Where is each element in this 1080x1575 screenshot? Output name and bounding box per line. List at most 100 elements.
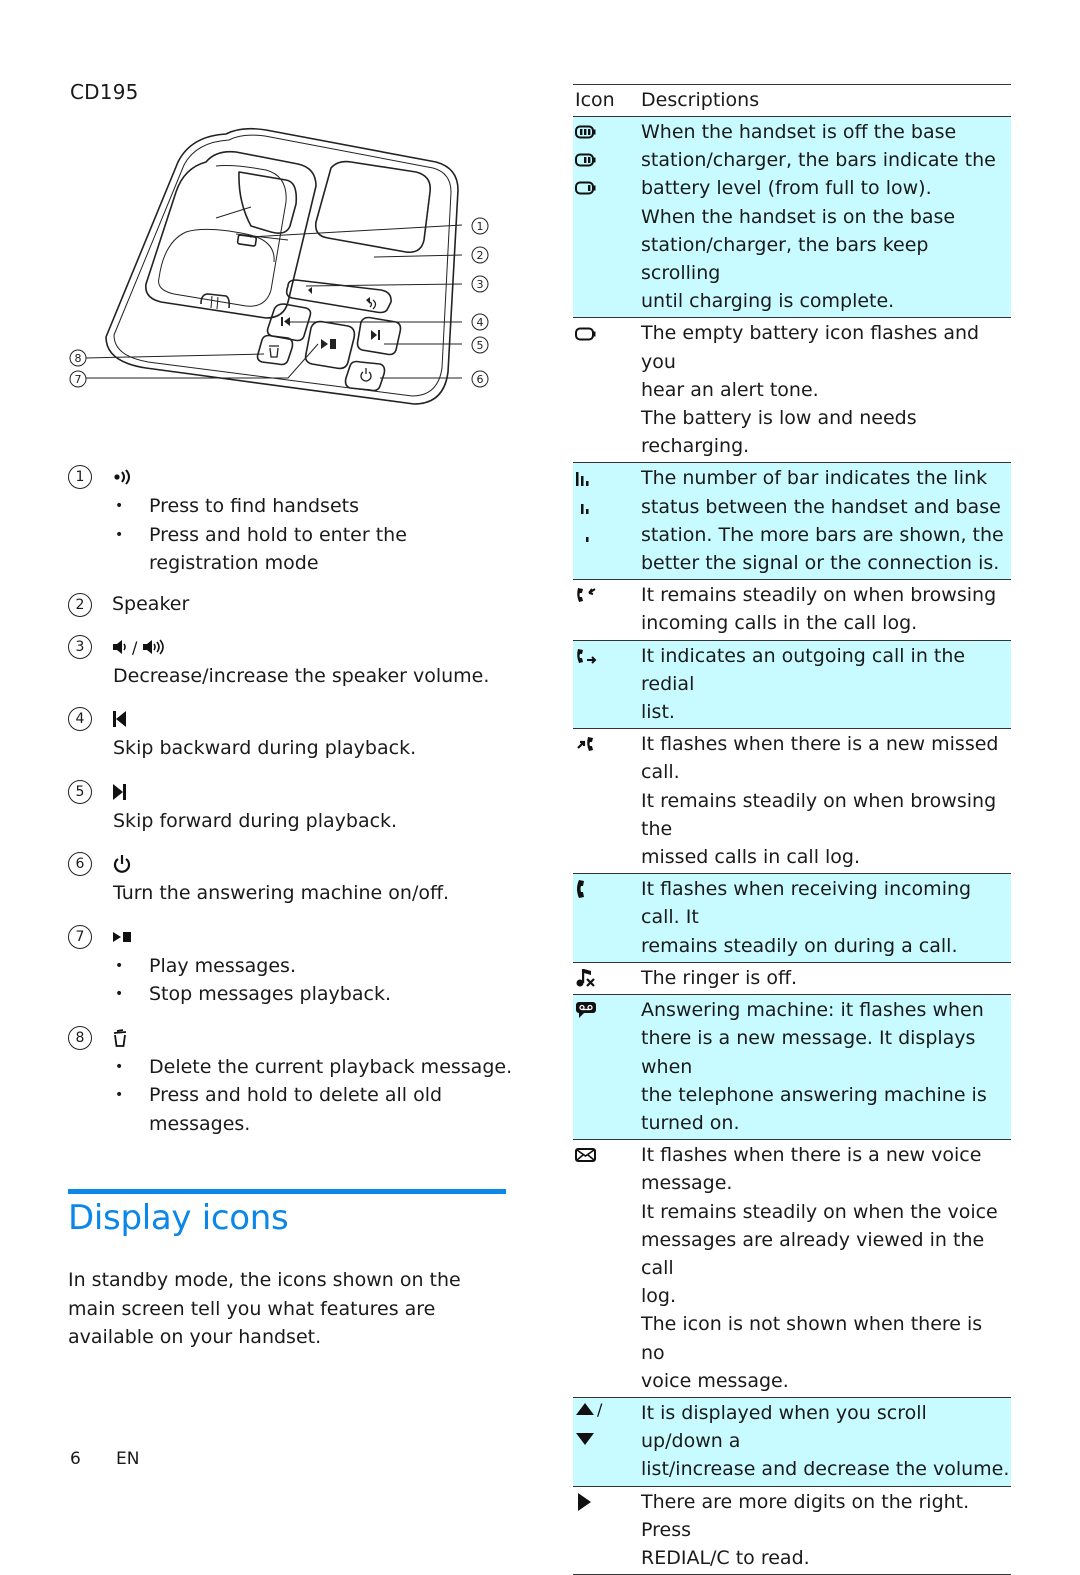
svg-text:4: 4 (477, 316, 484, 329)
icon-cell (573, 464, 641, 577)
description-cell: It flashes when there is a new voice mess… (641, 1141, 1011, 1395)
description-cell: It flashes when there is a new missed cal… (641, 730, 1011, 871)
icon-stack (575, 1488, 641, 1516)
description-line: It indicates an outgoing call in the red… (641, 644, 966, 695)
bullet-text: Press and hold to enter the registration… (113, 521, 518, 578)
signal-three-bars-icon (575, 464, 641, 492)
description-line: The battery is low and needs recharging. (641, 407, 917, 458)
icon-cell (573, 642, 641, 727)
skip-backward-icon (112, 710, 128, 728)
table-row: The empty battery icon flashes and you he… (573, 318, 1011, 464)
legend-item-6: 6 Turn the answering machine on/off. (68, 849, 518, 908)
bullet-text: Delete the current playback message. (113, 1053, 518, 1082)
page-number: 6 (70, 1449, 81, 1469)
table-header: Icon Descriptions (573, 84, 1011, 117)
legend-item-7: 7 Play messages. Stop messages playback. (68, 922, 518, 1009)
icon-stack: / (575, 1399, 641, 1451)
svg-text:8: 8 (75, 352, 82, 365)
battery-full-icon (575, 118, 641, 146)
description-line: It remains steadily on when browsing (641, 584, 997, 607)
description-cell: When the handset is off the base station/… (641, 118, 1011, 315)
description-line: It flashes when there is a new missed (641, 733, 999, 756)
volume-down-up-icon: / (112, 638, 168, 656)
description-line: Answering machine: it flashes when (641, 999, 984, 1022)
description-line: list. (641, 701, 675, 724)
display-icons-table: Icon Descriptions When the handset is of… (573, 84, 1011, 1575)
description-line: log. (641, 1285, 677, 1308)
svg-text:7: 7 (75, 373, 82, 386)
table-row: The number of bar indicates the link stat… (573, 463, 1011, 581)
description-line: REDIAL/C to read. (641, 1546, 810, 1569)
icon-stack (575, 464, 641, 549)
description-line: The empty battery icon flashes and you (641, 322, 980, 373)
table-row: When the handset is off the base station/… (573, 117, 1011, 319)
svg-text:3: 3 (477, 278, 484, 291)
description-line: It remains steadily on when the voice (641, 1200, 998, 1223)
icon-stack (575, 964, 641, 992)
column-header-icon: Icon (575, 89, 615, 112)
icon-cell (573, 118, 641, 315)
table-row: It indicates an outgoing call in the red… (573, 640, 1011, 730)
phone-icon (575, 875, 641, 903)
description-line: It remains steadily on when browsing the (641, 789, 997, 840)
ringer-off-icon (575, 964, 641, 992)
icon-cell (573, 1488, 641, 1573)
item-description: Turn the answering machine on/off. (113, 882, 450, 904)
svg-text:1: 1 (477, 220, 484, 233)
legend-item-1: 1 Press to find handsets Press and hold … (68, 462, 518, 578)
description-cell: It indicates an outgoing call in the red… (641, 642, 1011, 727)
button-legend: 1 Press to find handsets Press and hold … (68, 462, 518, 1152)
skip-forward-icon (112, 783, 128, 801)
item-number: 2 (68, 592, 92, 617)
missed-call-icon (575, 730, 641, 758)
delete-icon (112, 1028, 128, 1048)
battery-empty-icon (575, 319, 641, 347)
svg-text:/: / (132, 638, 138, 656)
callout-1: 1 (471, 217, 489, 235)
icon-stack (575, 996, 641, 1024)
svg-text:6: 6 (477, 373, 484, 386)
description-line: until charging is complete. (641, 290, 895, 313)
column-header-descriptions: Descriptions (641, 89, 760, 112)
item-description: Decrease/increase the speaker volume. (113, 664, 490, 687)
section-intro: In standby mode, the icons shown on the … (68, 1269, 461, 1348)
answering-machine-icon (575, 996, 641, 1024)
description-line: remains steadily on during a call. (641, 934, 958, 957)
callout-3: 3 (471, 275, 489, 293)
item-number: 8 (68, 1025, 92, 1050)
battery-one-bar-icon (575, 174, 641, 202)
legend-item-8: 8 Delete the current playback message. P… (68, 1023, 518, 1139)
section-heading: Display icons (68, 1198, 289, 1238)
description-line: incoming calls in the call log. (641, 612, 918, 635)
item-number: 5 (68, 779, 92, 804)
description-line: better the signal or the connection is. (641, 552, 1000, 575)
icon-stack (575, 875, 641, 903)
legend-item-5: 5 Skip forward during playback. (68, 777, 518, 836)
base-station-diagram: 1 2 3 4 5 6 8 7 (69, 127, 489, 405)
callout-6: 6 (471, 370, 489, 388)
table-row: The ringer is off. (573, 963, 1011, 996)
icon-stack (575, 118, 641, 203)
callout-5: 5 (471, 336, 489, 354)
section-rule (68, 1189, 506, 1194)
description-line: station. The more bars are shown, the (641, 523, 1004, 546)
description-line: missed calls in call log. (641, 846, 861, 869)
icon-cell (573, 319, 641, 460)
description-line: It is displayed when you scroll up/down … (641, 1401, 927, 1453)
language-code: EN (116, 1449, 140, 1469)
icon-cell (573, 964, 641, 992)
svg-text:/: / (597, 1400, 603, 1419)
bullet-text: Stop messages playback. (113, 980, 518, 1009)
table-row: It flashes when receiving incoming call.… (573, 874, 1011, 963)
legend-item-3: 3 / Decrease/increase the speaker volume… (68, 632, 518, 691)
icon-stack (575, 1141, 641, 1169)
description-line: battery level (from full to low). (641, 177, 932, 200)
description-cell: It remains steadily on when browsing inco… (641, 581, 1011, 637)
description-line: voice message. (641, 1369, 789, 1392)
item-number: 3 (68, 634, 92, 659)
bullet-text: Press to find handsets (113, 492, 518, 521)
description-line: It flashes when receiving incoming call.… (641, 878, 972, 929)
icon-stack (575, 319, 641, 347)
table-row: There are more digits on the right. Pres… (573, 1487, 1011, 1575)
description-cell: The empty battery icon flashes and you he… (641, 319, 1011, 460)
